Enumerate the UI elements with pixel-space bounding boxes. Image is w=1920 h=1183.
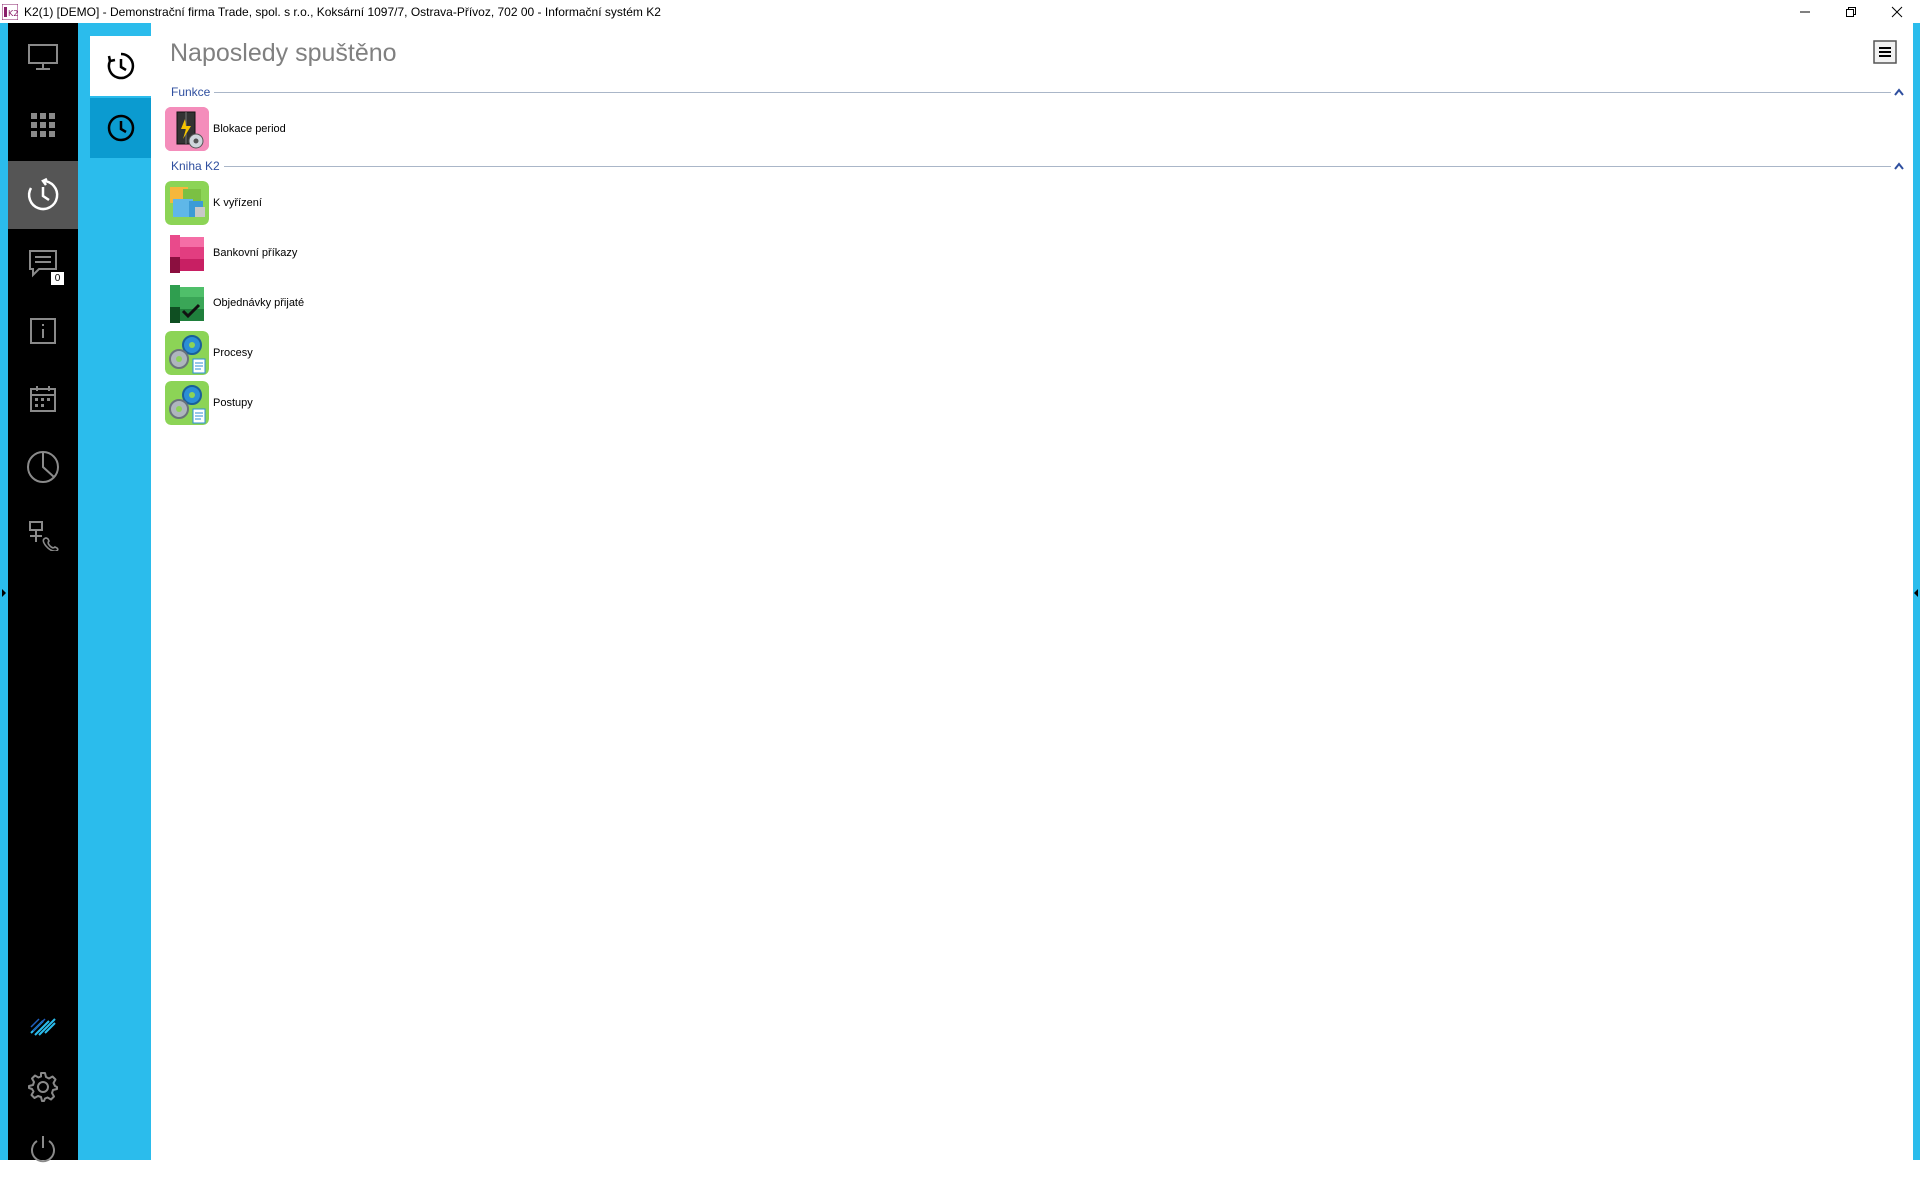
history-icon: [107, 52, 134, 80]
group-label: Funkce: [171, 85, 211, 99]
title-bar: K2 K2(1) [DEMO] - Demonstrační firma Tra…: [0, 0, 1920, 23]
collapse-chevron-icon[interactable]: [1891, 88, 1907, 96]
window-controls: [1782, 0, 1920, 23]
restore-button[interactable]: [1828, 0, 1874, 23]
page-title: Naposledy spuštěno: [170, 39, 397, 67]
blokace-period-icon: [165, 107, 209, 151]
list-item-objednavky-prijate[interactable]: Objednávky přijaté: [165, 280, 304, 326]
list-item-label: K vyřízení: [213, 197, 262, 209]
apps-grid-icon: [31, 113, 55, 137]
sidebar-k2-logo[interactable]: [8, 991, 78, 1059]
sidebar-item-history[interactable]: [8, 161, 78, 229]
main-sidebar: 0: [8, 23, 78, 1163]
minimize-button[interactable]: [1782, 0, 1828, 23]
group-label: Kniha K2: [171, 159, 220, 173]
restore-icon: [1846, 6, 1856, 17]
window-title: K2(1) [DEMO] - Demonstrační firma Trade,…: [24, 4, 661, 19]
list-item-label: Bankovní příkazy: [213, 247, 298, 259]
list-item-blokace-period[interactable]: Blokace period: [165, 106, 286, 152]
list-item-bankovni-prikazy[interactable]: Bankovní příkazy: [165, 230, 297, 276]
tab-recently-launched[interactable]: [90, 36, 151, 96]
group-divider: [214, 91, 1891, 93]
list-item-label: Objednávky přijaté: [213, 297, 305, 309]
objednavky-prijate-icon: [165, 281, 209, 325]
clock-icon: [107, 114, 134, 142]
sidebar-item-apps[interactable]: [8, 91, 78, 159]
list-item-label: Postupy: [213, 397, 253, 409]
group-divider: [223, 165, 1891, 167]
minimize-icon: [1800, 11, 1810, 12]
left-splitter-arrow-icon[interactable]: [1, 588, 7, 598]
close-button[interactable]: [1874, 0, 1920, 23]
tab-recent-time[interactable]: [90, 98, 151, 158]
sidebar-item-info[interactable]: [8, 297, 78, 365]
sidebar-item-network[interactable]: [8, 501, 78, 569]
messages-count-badge: 0: [50, 271, 65, 286]
menu-button[interactable]: [1872, 39, 1898, 65]
close-icon: [1891, 6, 1903, 17]
sidebar-item-calendar[interactable]: [8, 365, 78, 433]
k-vyrizeni-icon: [165, 181, 209, 225]
k2-logo-icon: [30, 1018, 56, 1036]
list-item-k-vyrizeni[interactable]: K vyřízení: [165, 180, 262, 226]
gear-icon: [28, 1072, 58, 1102]
postupy-icon: [165, 381, 209, 425]
list-item-label: Blokace period: [213, 123, 286, 135]
k2-app-icon: K2: [2, 3, 18, 20]
calendar-icon: [30, 386, 56, 412]
bankovni-prikazy-icon: [165, 231, 209, 275]
sidebar-power[interactable]: [8, 1115, 78, 1183]
hamburger-menu-icon: [1873, 40, 1897, 64]
info-icon: [30, 318, 56, 344]
list-item-postupy[interactable]: Postupy: [165, 380, 253, 426]
sidebar-settings[interactable]: [8, 1053, 78, 1121]
sidebar-item-statistics[interactable]: [8, 433, 78, 501]
main-content: Naposledy spuštěno Funkce Blokace period…: [151, 23, 1913, 1160]
secondary-panel: [78, 23, 151, 1160]
procesy-icon: [165, 331, 209, 375]
svg-text:K2: K2: [8, 9, 18, 18]
sidebar-item-messages[interactable]: 0: [8, 229, 78, 297]
right-splitter-arrow-icon[interactable]: [1913, 588, 1919, 598]
group-header-kniha-k2[interactable]: Kniha K2: [171, 158, 1907, 174]
collapse-chevron-icon[interactable]: [1891, 162, 1907, 170]
monitor-icon: [28, 44, 58, 70]
history-icon: [27, 177, 59, 211]
list-item-procesy[interactable]: Procesy: [165, 330, 253, 376]
pie-chart-icon: [27, 451, 59, 483]
network-phone-icon: [29, 521, 59, 551]
sidebar-item-desktop[interactable]: [8, 23, 78, 91]
group-header-funkce[interactable]: Funkce: [171, 84, 1907, 100]
list-item-label: Procesy: [213, 347, 253, 359]
